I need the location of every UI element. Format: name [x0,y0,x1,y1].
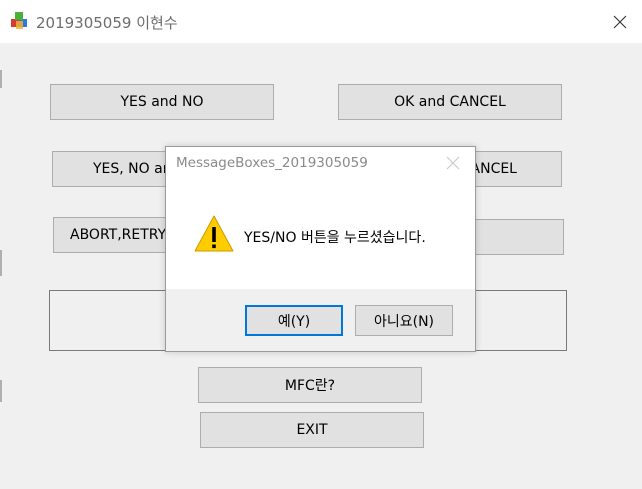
no-button[interactable]: 아니요(N) [355,305,453,336]
yes-button[interactable]: 예(Y) [245,305,343,336]
exit-button[interactable]: EXIT [200,412,424,448]
close-icon[interactable] [606,8,634,36]
left-edge-mark [0,70,2,88]
yes-no-button[interactable]: YES and NO [50,84,274,120]
abort-retry-ignore-button[interactable]: ABORT,RETRY [53,217,173,253]
dialog-title: MessageBoxes_2019305059 [176,155,368,171]
dialog-close-icon[interactable] [445,155,461,171]
message-box-dialog: MessageBoxes_2019305059 YES/NO 버튼을 누르셨습니… [165,146,476,352]
left-edge-mark [0,250,2,276]
mfc-button[interactable]: MFC란? [198,367,422,403]
dialog-message: YES/NO 버튼을 누르셨습니다. [244,230,426,246]
title-bar[interactable]: 2019305059 이현수 [0,0,642,43]
window-title: 2019305059 이현수 [36,14,178,32]
ok-cancel-button[interactable]: OK and CANCEL [338,84,562,120]
left-edge-mark [0,380,2,402]
warning-icon [193,213,235,255]
dialog-button-area: 예(Y) 아니요(N) [166,289,475,351]
yes-no-cancel-button[interactable]: YES, NO an [52,151,172,187]
app-icon [10,11,30,31]
